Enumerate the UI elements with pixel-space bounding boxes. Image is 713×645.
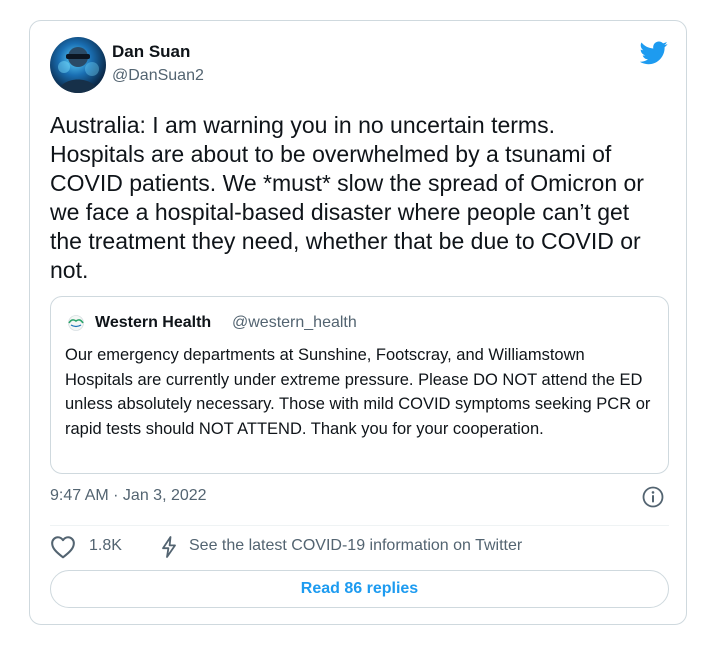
quote-text: Our emergency departments at Sunshine, F… — [65, 346, 651, 438]
quote-author-handle[interactable]: @western_health — [232, 314, 357, 332]
avatar[interactable] — [50, 37, 106, 93]
info-icon[interactable] — [641, 485, 665, 509]
quoted-tweet[interactable]: Western Health @western_health Our emerg… — [50, 296, 669, 474]
author-handle[interactable]: @DanSuan2 — [112, 67, 204, 85]
quote-author-name[interactable]: Western Health — [95, 314, 211, 332]
avatar-image — [58, 47, 99, 93]
like-count[interactable]: 1.8K — [89, 537, 122, 555]
read-replies-button[interactable]: Read 86 replies — [50, 570, 669, 608]
divider — [50, 525, 669, 526]
lightning-bolt-icon — [157, 535, 181, 559]
timestamp[interactable]: 9:47 AM · Jan 3, 2022 — [50, 487, 207, 505]
covid-info-link[interactable]: See the latest COVID-19 information on T… — [189, 537, 522, 555]
twitter-bird-icon[interactable] — [639, 41, 668, 65]
tweet-card[interactable]: Dan Suan @DanSuan2 Australia: I am warni… — [29, 20, 687, 625]
author-name[interactable]: Dan Suan — [112, 42, 190, 62]
western-health-logo — [65, 315, 87, 331]
heart-icon[interactable] — [50, 535, 76, 559]
tweet-text: Australia: I am warning you in no uncert… — [50, 112, 644, 283]
